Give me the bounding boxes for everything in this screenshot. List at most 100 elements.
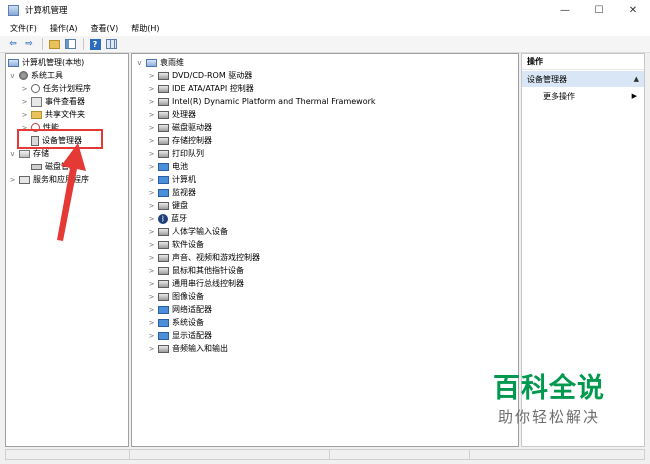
chevron-right-icon[interactable]: >: [147, 163, 156, 171]
tree-item-event-viewer[interactable]: > 事件查看器: [20, 95, 85, 108]
chevron-right-icon[interactable]: >: [147, 332, 156, 340]
clock-icon: [31, 84, 40, 93]
device-category-item[interactable]: > 打印队列: [147, 147, 204, 160]
device-category-label: DVD/CD-ROM 驱动器: [172, 71, 253, 80]
menu-file[interactable]: 文件(F): [10, 23, 37, 34]
chevron-right-icon[interactable]: >: [147, 228, 156, 236]
tree-item-system-tools[interactable]: v 系统工具: [8, 69, 63, 82]
device-category-item[interactable]: > 网络适配器: [147, 303, 212, 316]
device-category-item[interactable]: > 显示适配器: [147, 329, 212, 342]
back-button[interactable]: ⇦: [6, 38, 20, 51]
device-category-item[interactable]: > 电池: [147, 160, 188, 173]
chevron-right-icon[interactable]: >: [147, 111, 156, 119]
show-hide-console-tree-button[interactable]: [63, 38, 77, 51]
chevron-down-icon[interactable]: v: [8, 72, 17, 80]
forward-button[interactable]: ⇨: [22, 38, 36, 51]
help-button[interactable]: ?: [88, 38, 102, 51]
chevron-right-icon[interactable]: >: [8, 176, 17, 184]
device-category-item[interactable]: > IDE ATA/ATAPI 控制器: [147, 82, 254, 95]
chevron-right-icon[interactable]: >: [20, 111, 29, 119]
submenu-arrow-icon: ▶: [631, 92, 637, 100]
computer-management-icon: [8, 4, 19, 16]
chevron-right-icon[interactable]: >: [147, 306, 156, 314]
tree-item-shared-folders[interactable]: > 共享文件夹: [20, 108, 85, 121]
device-category-item[interactable]: > 图像设备: [147, 290, 204, 303]
storage-icon: [19, 149, 30, 158]
up-folder-button[interactable]: [47, 38, 61, 51]
chevron-right-icon[interactable]: >: [147, 176, 156, 184]
device-category-item[interactable]: > DVD/CD-ROM 驱动器: [147, 69, 253, 82]
device-category-item[interactable]: > ᛒ 蓝牙: [147, 212, 187, 225]
chevron-right-icon[interactable]: >: [20, 98, 29, 106]
device-category-item[interactable]: > 通用串行总线控制器: [147, 277, 244, 290]
chevron-right-icon[interactable]: >: [147, 137, 156, 145]
menu-view[interactable]: 查看(V): [91, 23, 119, 34]
collapse-up-icon[interactable]: ▲: [634, 75, 639, 83]
device-category-item[interactable]: > 系统设备: [147, 316, 204, 329]
window-controls: — ☐ ✕: [548, 0, 650, 20]
device-category-label: 通用串行总线控制器: [172, 279, 244, 288]
device-category-label: 系统设备: [172, 318, 204, 327]
more-actions-item[interactable]: 更多操作 ▶: [522, 89, 644, 103]
device-category-label: 声音、视频和游戏控制器: [172, 253, 260, 262]
chevron-right-icon[interactable]: >: [147, 85, 156, 93]
show-action-pane-button[interactable]: [104, 38, 118, 51]
computer-icon: [158, 175, 169, 184]
device-category-item[interactable]: > 存储控制器: [147, 134, 212, 147]
device-category-item[interactable]: > 计算机: [147, 173, 196, 186]
device-category-item[interactable]: > 处理器: [147, 108, 196, 121]
chevron-right-icon[interactable]: >: [147, 293, 156, 301]
device-category-label: 处理器: [172, 110, 196, 119]
device-category-item[interactable]: > 鼠标和其他指针设备: [147, 264, 244, 277]
actions-section-device-manager[interactable]: 设备管理器 ▲: [522, 71, 644, 87]
chevron-down-icon[interactable]: v: [8, 150, 17, 158]
device-category-item[interactable]: > 监视器: [147, 186, 196, 199]
menu-action[interactable]: 操作(A): [50, 23, 78, 34]
device-category-item[interactable]: > 人体学输入设备: [147, 225, 228, 238]
tree-item-task-scheduler[interactable]: > 任务计划程序: [20, 82, 91, 95]
chevron-right-icon[interactable]: >: [147, 241, 156, 249]
device-category-item[interactable]: > 软件设备: [147, 238, 204, 251]
chevron-right-icon[interactable]: >: [147, 202, 156, 210]
chevron-right-icon[interactable]: >: [147, 98, 156, 106]
actions-section-label: 设备管理器: [527, 74, 567, 84]
chevron-right-icon[interactable]: >: [147, 267, 156, 275]
menu-help[interactable]: 帮助(H): [131, 23, 159, 34]
chevron-right-icon[interactable]: >: [147, 72, 156, 80]
chevron-right-icon[interactable]: >: [147, 124, 156, 132]
device-tree-root[interactable]: v 袁雨维: [135, 56, 184, 69]
device-category-label: Intel(R) Dynamic Platform and Thermal Fr…: [172, 97, 376, 106]
monitor-icon: [158, 188, 169, 197]
device-category-item[interactable]: > 声音、视频和游戏控制器: [147, 251, 260, 264]
device-category-item[interactable]: > 键盘: [147, 199, 188, 212]
device-category-label: 磁盘驱动器: [172, 123, 212, 132]
status-cell-3: [330, 450, 470, 459]
minimize-button[interactable]: —: [548, 0, 582, 20]
menu-bar: 文件(F) 操作(A) 查看(V) 帮助(H): [0, 20, 650, 36]
chevron-right-icon[interactable]: >: [147, 345, 156, 353]
chevron-right-icon[interactable]: >: [147, 254, 156, 262]
device-category-item[interactable]: > 磁盘驱动器: [147, 121, 212, 134]
device-category-item[interactable]: > 音频输入和输出: [147, 342, 228, 355]
chevron-right-icon[interactable]: >: [147, 280, 156, 288]
tree-item-label: 服务和应用程序: [33, 175, 89, 184]
device-category-label: 软件设备: [172, 240, 204, 249]
tree-item-services-apps[interactable]: > 服务和应用程序: [8, 173, 89, 186]
chevron-right-icon[interactable]: >: [20, 85, 29, 93]
hid-icon: [158, 227, 169, 236]
close-button[interactable]: ✕: [616, 0, 650, 20]
device-category-label: 电池: [172, 162, 188, 171]
chevron-right-icon[interactable]: >: [147, 150, 156, 158]
tree-item-label: 存储: [33, 149, 49, 158]
device-tree-pane[interactable]: v 袁雨维 > DVD/CD-ROM 驱动器 > IDE ATA/ATAPI 控制器 >…: [131, 53, 519, 447]
tree-item-root[interactable]: 计算机管理(本地): [8, 56, 84, 69]
chevron-right-icon[interactable]: >: [147, 319, 156, 327]
device-category-label: IDE ATA/ATAPI 控制器: [172, 84, 254, 93]
chevron-right-icon[interactable]: >: [147, 189, 156, 197]
device-category-item[interactable]: > Intel(R) Dynamic Platform and Thermal F…: [147, 95, 376, 108]
console-tree-pane[interactable]: 计算机管理(本地) v 系统工具 > 任务计划程序 > 事件查看器 > 共享文件…: [5, 53, 129, 447]
maximize-button[interactable]: ☐: [582, 0, 616, 20]
chevron-right-icon[interactable]: >: [147, 215, 156, 223]
chevron-down-icon[interactable]: v: [135, 59, 144, 67]
tree-item-disk-management[interactable]: 磁盘管理: [31, 160, 77, 173]
